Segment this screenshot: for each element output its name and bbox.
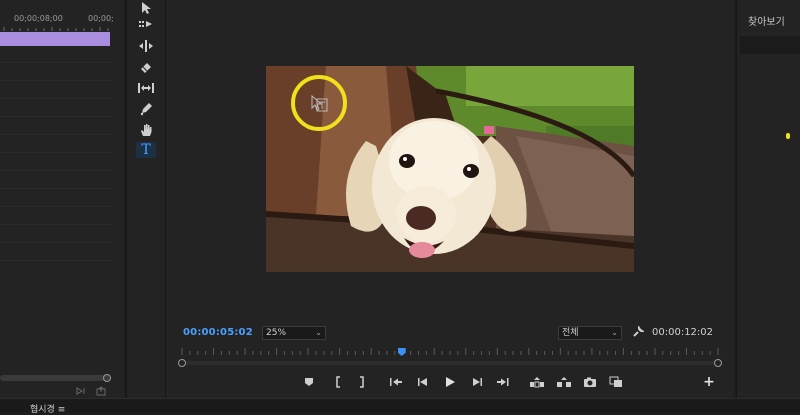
scrollbar-end-handle[interactable] <box>714 359 722 367</box>
step-back-icon[interactable] <box>416 376 430 388</box>
monitor-zoom-scrollbar[interactable] <box>182 361 718 365</box>
scrollbar-start-handle[interactable] <box>178 359 186 367</box>
selection-tool-icon[interactable] <box>136 0 156 16</box>
current-timecode[interactable]: 00:00:05:02 <box>183 327 253 338</box>
track-divider <box>0 116 112 117</box>
browse-search-bar[interactable] <box>740 36 800 54</box>
chevron-down-icon: ⌄ <box>611 328 618 337</box>
tools-panel: T <box>126 0 166 398</box>
track-select-forward-icon[interactable] <box>136 17 156 33</box>
ruler-ticks <box>3 27 109 31</box>
scrollbar-handle[interactable] <box>103 374 111 382</box>
project-panel <box>736 0 800 398</box>
track-divider <box>0 134 112 135</box>
monitor-time-ruler[interactable] <box>178 346 722 356</box>
track-divider <box>0 242 112 243</box>
timeline-panel[interactable] <box>0 0 124 398</box>
status-indicator <box>786 133 790 139</box>
mark-in-icon[interactable] <box>331 376 345 388</box>
go-to-out-icon[interactable] <box>496 376 510 388</box>
type-tool-icon[interactable]: T <box>136 142 156 158</box>
pen-icon[interactable] <box>136 101 156 117</box>
program-monitor-video-frame[interactable] <box>266 66 634 272</box>
zoom-level-value: 25% <box>266 328 287 338</box>
track-divider <box>0 188 112 189</box>
timeline-horizontal-scrollbar[interactable] <box>0 375 110 381</box>
resolution-value: 전체 <box>562 328 579 338</box>
track-divider <box>0 206 112 207</box>
play-icon[interactable] <box>443 376 457 388</box>
razor-icon[interactable] <box>136 59 156 75</box>
ruler-timecode-2: 00;00; <box>88 14 114 23</box>
extract-icon[interactable] <box>556 376 572 388</box>
ripple-edit-icon[interactable] <box>136 38 156 54</box>
bottom-panel-tab[interactable]: 협시경 ≡ <box>30 402 65 415</box>
track-divider <box>0 224 112 225</box>
timeline-ruler[interactable]: 00;00;08;00 00;00; <box>0 12 114 32</box>
add-button-editor[interactable]: + <box>702 374 716 390</box>
settings-wrench-icon[interactable] <box>632 326 644 338</box>
export-frame-icon[interactable] <box>583 376 597 388</box>
mark-out-icon[interactable] <box>355 376 369 388</box>
browse-tab[interactable]: 찾아보기 <box>748 13 785 28</box>
add-marker-icon[interactable] <box>302 376 316 388</box>
lift-icon[interactable] <box>529 376 545 388</box>
track-divider <box>0 80 112 81</box>
track-divider <box>0 62 112 63</box>
go-to-in-icon[interactable] <box>389 376 403 388</box>
ruler-timecode-1: 00;00;08;00 <box>14 14 63 23</box>
timeline-work-area-bar[interactable] <box>0 32 110 46</box>
resolution-select[interactable]: 전체 ⌄ <box>558 326 622 340</box>
zoom-level-select[interactable]: 25% ⌄ <box>262 326 326 340</box>
duration-timecode: 00:00:12:02 <box>652 327 714 338</box>
track-divider <box>0 170 112 171</box>
compare-view-icon[interactable] <box>609 376 623 388</box>
timeline-bottom-icons <box>76 386 106 396</box>
step-forward-icon[interactable] <box>470 376 484 388</box>
track-divider <box>0 152 112 153</box>
hand-icon[interactable] <box>136 122 156 138</box>
cursor-highlight-ring <box>291 75 347 131</box>
type-tool-glyph: T <box>141 142 151 158</box>
chevron-down-icon: ⌄ <box>315 328 322 337</box>
track-divider <box>0 260 112 261</box>
slip-icon[interactable] <box>136 80 156 96</box>
track-divider <box>0 98 112 99</box>
bottom-panel-tabs <box>0 398 800 412</box>
